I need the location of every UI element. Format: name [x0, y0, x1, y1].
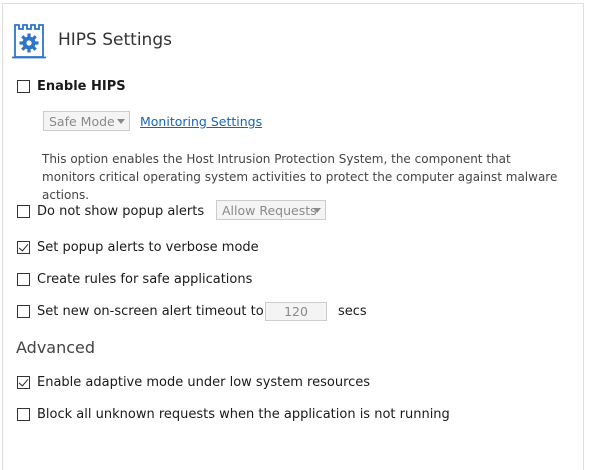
no-popup-label: Do not show popup alerts [37, 204, 205, 219]
mode-select[interactable]: Safe Mode [43, 111, 130, 131]
chevron-down-icon [117, 119, 125, 124]
advanced-heading: Advanced [16, 338, 96, 357]
settings-panel [2, 3, 584, 470]
no-popup-checkbox[interactable] [17, 205, 30, 218]
popup-action-select[interactable]: Allow Requests [216, 200, 326, 220]
page-title: HIPS Settings [58, 30, 172, 50]
block-unknown-label: Block all unknown requests when the appl… [37, 407, 450, 422]
timeout-label: Set new on-screen alert timeout to [37, 304, 264, 319]
mode-select-value: Safe Mode [49, 113, 115, 129]
safe-rules-label: Create rules for safe applications [37, 272, 253, 287]
verbose-checkbox[interactable] [17, 241, 30, 254]
adaptive-checkbox[interactable] [17, 376, 30, 389]
adaptive-label: Enable adaptive mode under low system re… [37, 375, 371, 390]
chevron-down-icon [313, 208, 321, 213]
enable-hips-label: Enable HIPS [37, 79, 126, 94]
no-popup-row[interactable]: Do not show popup alerts [17, 204, 204, 219]
adaptive-row[interactable]: Enable adaptive mode under low system re… [17, 375, 370, 390]
verbose-row[interactable]: Set popup alerts to verbose mode [17, 240, 259, 255]
timeout-unit: secs [338, 304, 367, 319]
enable-hips-checkbox[interactable] [17, 80, 30, 93]
safe-rules-row[interactable]: Create rules for safe applications [17, 272, 252, 287]
timeout-input[interactable]: 120 [265, 302, 327, 321]
popup-action-value: Allow Requests [222, 202, 317, 218]
hips-description: This option enables the Host Intrusion P… [42, 152, 558, 202]
monitoring-settings-link[interactable]: Monitoring Settings [140, 114, 262, 129]
timeout-row[interactable]: Set new on-screen alert timeout to [17, 304, 264, 319]
hips-header: HIPS Settings [12, 23, 172, 59]
timeout-checkbox[interactable] [17, 305, 30, 318]
enable-hips-row[interactable]: Enable HIPS [17, 79, 126, 94]
safe-rules-checkbox[interactable] [17, 273, 30, 286]
block-unknown-checkbox[interactable] [17, 408, 30, 421]
verbose-label: Set popup alerts to verbose mode [37, 240, 259, 255]
castle-gear-icon [12, 23, 50, 59]
block-unknown-row[interactable]: Block all unknown requests when the appl… [17, 407, 450, 422]
